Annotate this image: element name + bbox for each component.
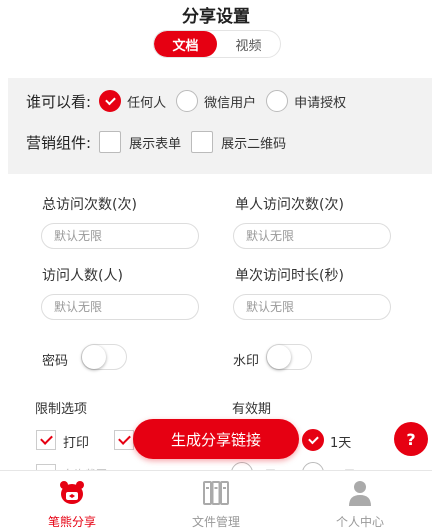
validity-1day-radio[interactable] [302, 429, 324, 451]
visibility-option-label: 微信用户 [204, 95, 257, 111]
content-type-switch: 文档 视频 [153, 30, 281, 58]
visibility-option-wechat-users[interactable]: 微信用户 [176, 90, 256, 112]
generate-link-button[interactable]: 生成分享链接 [133, 419, 299, 459]
visitor-count-input[interactable] [41, 294, 199, 320]
marketing-option-show-form[interactable]: 展示表单 [99, 131, 181, 153]
validity-label: 有效期 [232, 402, 272, 417]
restrict-option-2-checkbox[interactable] [114, 430, 134, 450]
page-title: 分享设置 [182, 7, 250, 27]
watermark-toggle[interactable] [266, 344, 312, 370]
session-duration-label: 单次访问时长(秒) [235, 268, 344, 284]
tab-share-label: 笔熊分享 [47, 515, 96, 529]
visibility-option-label: 任何人 [127, 95, 167, 111]
per-user-visits-input[interactable] [233, 223, 391, 249]
user-icon [349, 481, 371, 506]
visibility-row: 谁可以看: 任何人 微信用户 申请授权 [26, 90, 356, 112]
visibility-label: 谁可以看: [26, 92, 92, 111]
checkbox-icon [99, 131, 122, 153]
marketing-label: 营销组件: [26, 133, 92, 152]
total-visits-input[interactable] [41, 223, 199, 249]
access-panel: 谁可以看: 任何人 微信用户 申请授权 营销组件: 展示表单 展示二维码 [8, 78, 432, 174]
tab-personal-center-label: 个人中心 [335, 515, 384, 529]
file-cabinet-icon [203, 481, 229, 505]
watermark-label: 水印 [233, 354, 260, 369]
radio-checked-icon [99, 90, 122, 112]
marketing-row: 营销组件: 展示表单 展示二维码 [26, 131, 296, 153]
help-button[interactable]: ? [394, 422, 428, 456]
marketing-option-show-qrcode[interactable]: 展示二维码 [191, 131, 286, 153]
tab-file-management[interactable]: 文件管理 [144, 471, 288, 532]
visitor-count-label: 访问人数(人) [42, 268, 123, 284]
radio-icon [266, 90, 289, 112]
restrict-print-checkbox[interactable] [36, 430, 56, 450]
tab-personal-center[interactable]: 个人中心 [288, 471, 432, 532]
tab-file-management-label: 文件管理 [191, 515, 240, 529]
total-visits-label: 总访问次数(次) [42, 197, 137, 213]
bear-share-icon [60, 481, 84, 504]
radio-icon [176, 90, 199, 112]
visibility-option-anyone[interactable]: 任何人 [99, 90, 166, 112]
password-toggle[interactable] [81, 344, 127, 370]
password-label: 密码 [42, 354, 69, 369]
per-user-visits-label: 单人访问次数(次) [235, 197, 344, 213]
restrict-print-label: 打印 [63, 436, 90, 451]
validity-1day-label: 1天 [330, 436, 352, 451]
checkbox-icon [191, 131, 214, 153]
tab-video[interactable]: 视频 [217, 31, 280, 57]
visibility-option-request-auth[interactable]: 申请授权 [266, 90, 346, 112]
visibility-option-label: 申请授权 [294, 95, 347, 111]
tab-share[interactable]: 笔熊分享 [0, 471, 144, 532]
tab-document[interactable]: 文档 [154, 31, 217, 57]
marketing-option-label: 展示表单 [129, 136, 182, 152]
bottom-tab-bar: 笔熊分享 文件管理 个人中心 [0, 470, 432, 532]
marketing-option-label: 展示二维码 [221, 136, 287, 152]
session-duration-input[interactable] [233, 294, 391, 320]
restrict-label: 限制选项 [35, 402, 88, 417]
